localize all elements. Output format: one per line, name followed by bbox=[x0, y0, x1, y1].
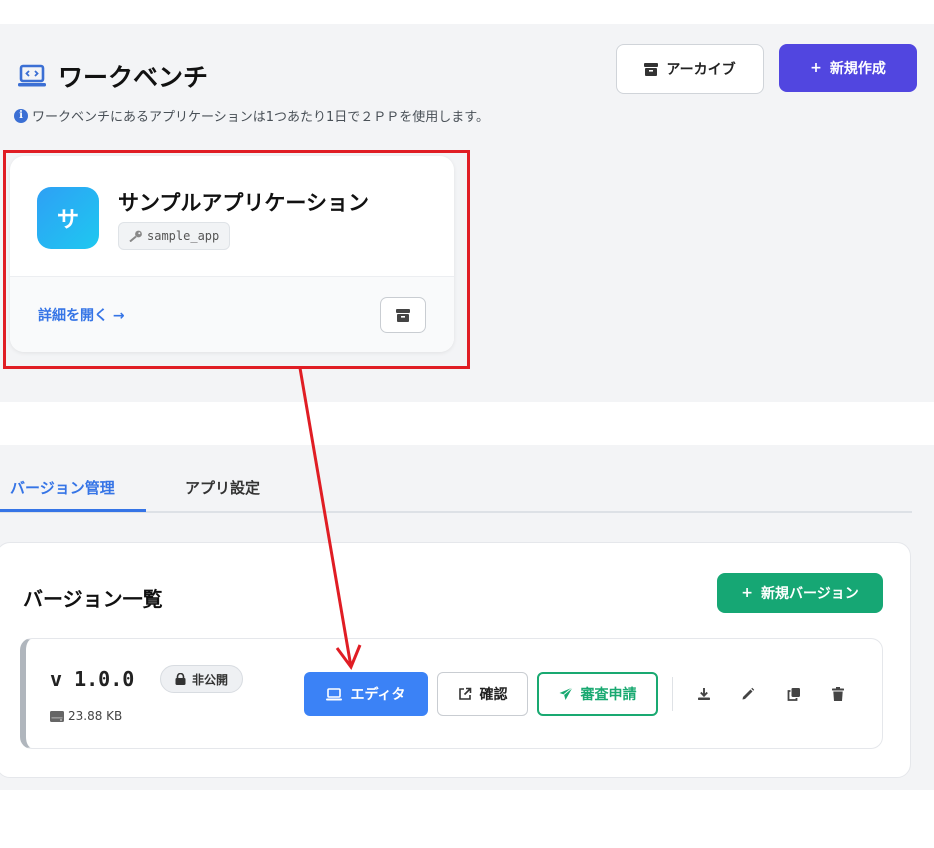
laptop-code-icon bbox=[326, 687, 343, 700]
archive-icon bbox=[644, 62, 659, 76]
plus-icon: + bbox=[741, 585, 753, 601]
download-icon bbox=[698, 688, 710, 700]
tab-version-management[interactable]: バージョン管理 bbox=[10, 477, 115, 498]
visibility-badge: 非公開 bbox=[160, 665, 244, 693]
info-icon: i bbox=[14, 108, 28, 123]
version-size-text: 23.88 KB bbox=[68, 709, 123, 723]
download-button[interactable] bbox=[693, 683, 715, 705]
paper-plane-icon bbox=[559, 687, 573, 700]
laptop-code-icon bbox=[18, 64, 46, 87]
version-row: v 1.0.0 非公開 23.88 KB エディタ 確認 審査申請 bbox=[20, 638, 883, 749]
version-number: v 1.0.0 bbox=[50, 667, 135, 691]
visibility-text: 非公開 bbox=[192, 672, 229, 687]
copy-icon bbox=[787, 688, 800, 701]
version-list-panel: バージョン一覧 + 新規バージョン v 1.0.0 非公開 23.88 KB エ… bbox=[0, 542, 911, 778]
hdd-icon bbox=[50, 710, 64, 722]
annotation-highlight-box bbox=[3, 150, 470, 369]
delete-button[interactable] bbox=[827, 683, 849, 705]
page-title: ワークベンチ bbox=[58, 63, 209, 92]
review-request-button[interactable]: 審査申請 bbox=[537, 672, 658, 716]
new-app-button[interactable]: + 新規作成 bbox=[779, 44, 917, 92]
archive-button-label: アーカイブ bbox=[666, 62, 736, 78]
version-list-title: バージョン一覧 bbox=[23, 587, 163, 611]
info-note: i ワークベンチにあるアプリケーションは1つあたり1日で２ＰＰを使用します。 bbox=[14, 106, 489, 125]
external-link-icon bbox=[458, 687, 471, 700]
new-version-button[interactable]: + 新規バージョン bbox=[717, 573, 883, 613]
trash-icon bbox=[832, 687, 844, 701]
editor-button-label: エディタ bbox=[350, 687, 406, 703]
page-title-row: ワークベンチ bbox=[18, 58, 208, 94]
info-text: ワークベンチにあるアプリケーションは1つあたり1日で２ＰＰを使用します。 bbox=[32, 110, 489, 125]
tab-app-settings[interactable]: アプリ設定 bbox=[185, 477, 260, 498]
editor-button[interactable]: エディタ bbox=[304, 672, 428, 716]
preview-button-label: 確認 bbox=[479, 687, 508, 703]
duplicate-button[interactable] bbox=[783, 683, 805, 705]
pencil-icon bbox=[742, 687, 755, 700]
version-size: 23.88 KB bbox=[50, 709, 122, 723]
page: ワークベンチ i ワークベンチにあるアプリケーションは1つあたり1日で２ＰＰを使… bbox=[0, 0, 934, 848]
plus-icon: + bbox=[810, 60, 822, 76]
action-divider bbox=[672, 677, 673, 711]
active-tab-indicator bbox=[0, 509, 146, 512]
new-app-button-label: 新規作成 bbox=[829, 61, 886, 77]
review-request-button-label: 審査申請 bbox=[580, 687, 637, 703]
tab-bar: バージョン管理 アプリ設定 bbox=[0, 445, 912, 513]
version-section: バージョン管理 アプリ設定 バージョン一覧 + 新規バージョン v 1.0.0 … bbox=[0, 445, 934, 790]
archive-button[interactable]: アーカイブ bbox=[616, 44, 764, 94]
lock-icon bbox=[175, 673, 186, 685]
edit-button[interactable] bbox=[737, 683, 759, 705]
new-version-button-label: 新規バージョン bbox=[761, 586, 859, 602]
preview-button[interactable]: 確認 bbox=[437, 672, 528, 716]
